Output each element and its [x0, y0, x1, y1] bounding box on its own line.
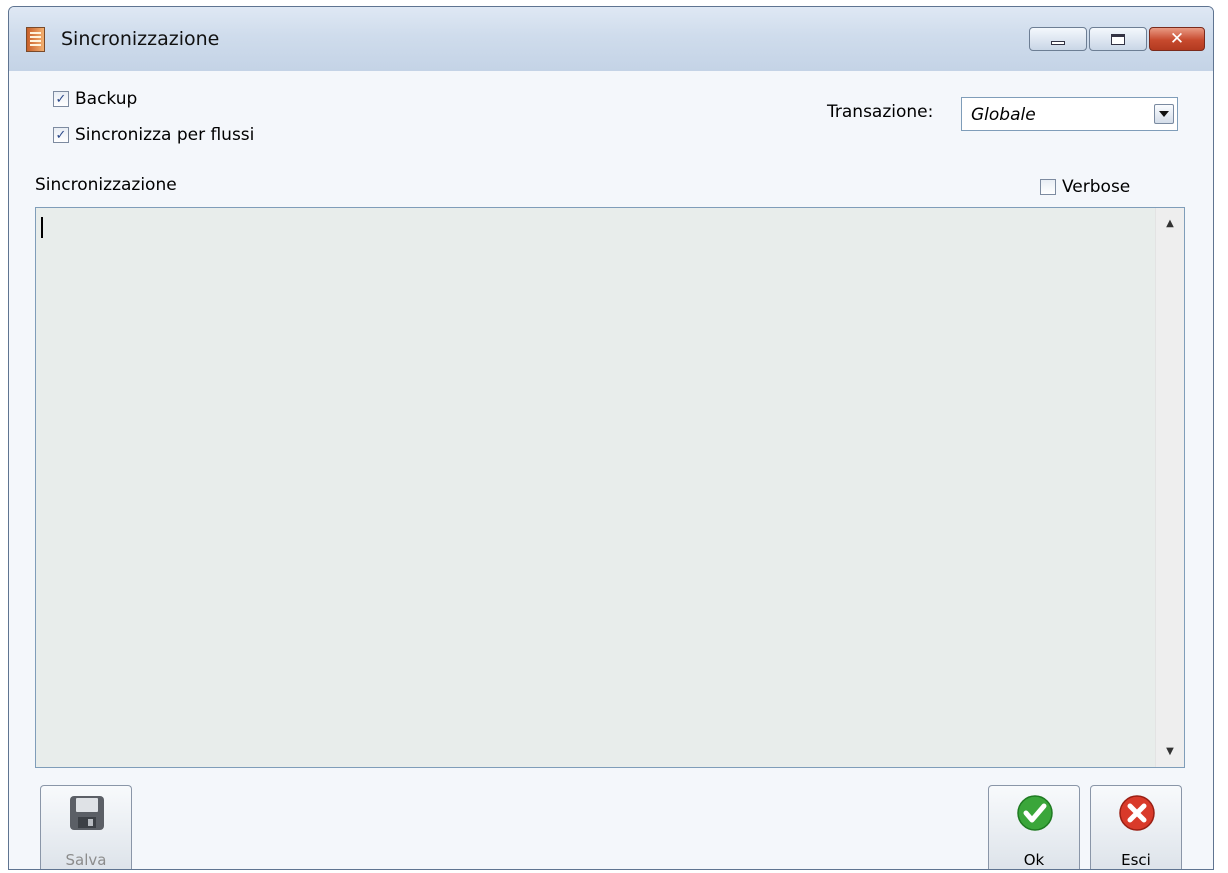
- transaction-select[interactable]: Globale: [961, 97, 1178, 131]
- transaction-value: Globale: [971, 105, 1036, 125]
- maximize-icon: [1111, 34, 1125, 45]
- red-x-icon: [1119, 795, 1155, 831]
- backup-label: Backup: [75, 89, 138, 109]
- title-bar[interactable]: Sincronizzazione ✕: [9, 7, 1213, 71]
- save-button-label: Salva: [65, 851, 107, 869]
- backup-checkbox-box[interactable]: ✓: [53, 91, 69, 107]
- log-textarea[interactable]: ▲ ▼: [35, 207, 1185, 768]
- scroll-up-icon[interactable]: ▲: [1156, 218, 1184, 229]
- minimize-icon: [1051, 41, 1065, 45]
- text-caret: [41, 217, 43, 238]
- verbose-checkbox[interactable]: Verbose: [1040, 177, 1130, 197]
- scroll-down-icon[interactable]: ▼: [1156, 746, 1184, 757]
- floppy-disk-icon: [70, 796, 104, 830]
- dialog-window: Sincronizzazione ✕ ✓ Backup ✓ Sincronizz…: [8, 6, 1214, 870]
- exit-button[interactable]: Esci: [1090, 785, 1182, 869]
- dialog-content: ✓ Backup ✓ Sincronizza per flussi Transa…: [9, 71, 1213, 869]
- backup-checkbox[interactable]: ✓ Backup: [53, 89, 137, 109]
- sync-by-flows-checkbox[interactable]: ✓ Sincronizza per flussi: [53, 125, 254, 145]
- close-button[interactable]: ✕: [1149, 27, 1205, 51]
- close-icon: ✕: [1169, 29, 1185, 49]
- maximize-button[interactable]: [1089, 27, 1147, 51]
- log-section-label: Sincronizzazione: [35, 175, 177, 195]
- document-list-icon: [26, 27, 45, 52]
- exit-button-label: Esci: [1121, 851, 1151, 869]
- sync-by-flows-checkbox-box[interactable]: ✓: [53, 127, 69, 143]
- ok-button[interactable]: Ok: [988, 785, 1080, 869]
- verbose-checkbox-box[interactable]: [1040, 179, 1056, 195]
- log-scrollbar[interactable]: ▲ ▼: [1155, 208, 1184, 767]
- window-title: Sincronizzazione: [61, 28, 220, 50]
- verbose-label: Verbose: [1062, 177, 1131, 197]
- transaction-label: Transazione:: [827, 102, 934, 122]
- green-checkmark-icon: [1017, 795, 1053, 831]
- save-button[interactable]: Salva: [40, 785, 132, 869]
- chevron-down-icon: [1159, 111, 1169, 117]
- minimize-button[interactable]: [1029, 27, 1087, 51]
- ok-button-label: Ok: [1023, 851, 1045, 869]
- dropdown-button[interactable]: [1154, 104, 1174, 124]
- sync-by-flows-label: Sincronizza per flussi: [75, 125, 255, 145]
